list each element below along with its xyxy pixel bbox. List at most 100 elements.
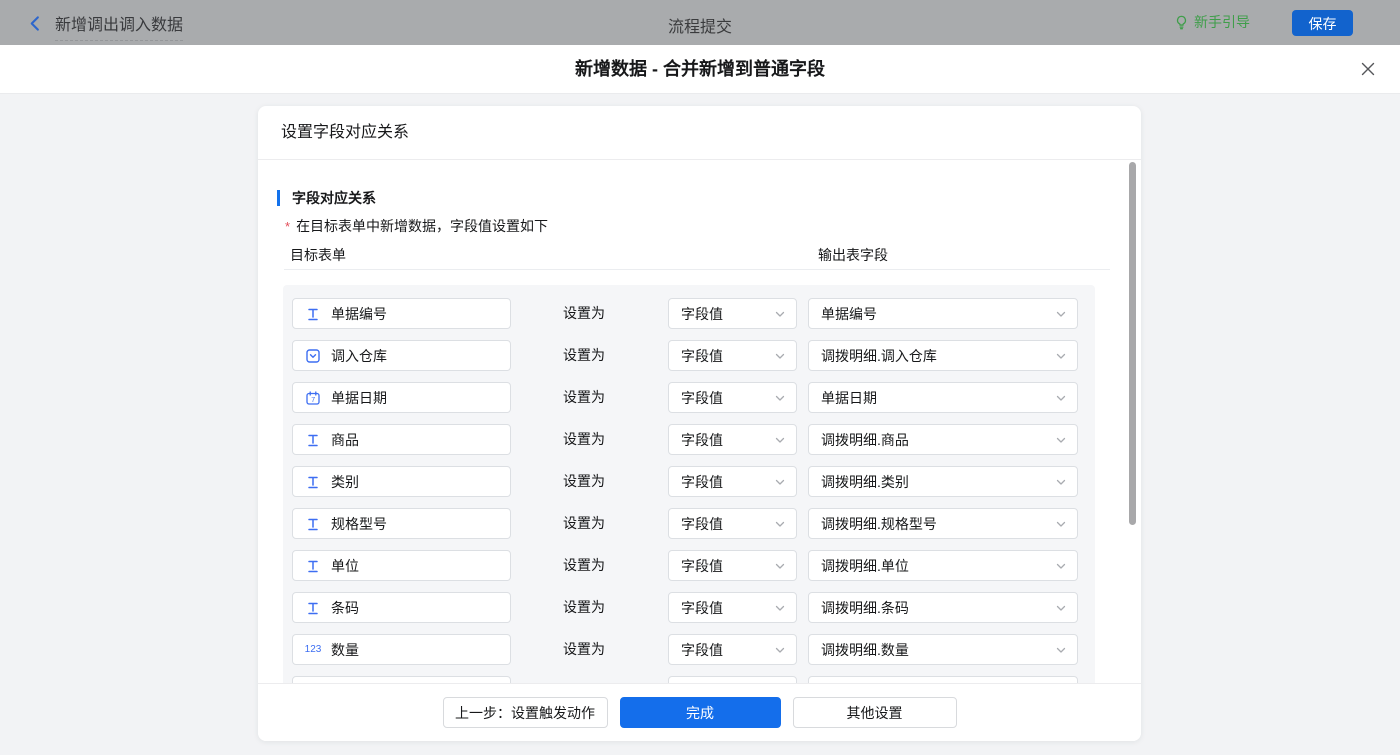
value-mode-dropdown[interactable]: 字段值 [668, 382, 797, 413]
field-label: 单据日期 [331, 388, 387, 408]
dropdown-value: 单据日期 [821, 388, 877, 408]
value-mode-dropdown[interactable]: 字段值 [668, 340, 797, 371]
section-title: 字段对应关系 [277, 190, 376, 206]
target-field-box[interactable]: 123 数量 [292, 634, 511, 665]
value-mode-dropdown[interactable]: 字段值 [668, 592, 797, 623]
field-mapping-row: 商品 设置为 字段值 调拨明细.商品 [283, 424, 1095, 456]
output-field-dropdown[interactable]: 单据日期 [808, 382, 1078, 413]
output-field-dropdown[interactable]: 调拨明细.规格型号 [808, 508, 1078, 539]
chevron-down-icon [1055, 434, 1067, 446]
value-mode-dropdown[interactable]: 字段值 [668, 508, 797, 539]
output-field-dropdown[interactable]: 调拨明细.商品 [808, 424, 1078, 455]
set-as-label: 设置为 [563, 298, 605, 329]
field-label: 单位 [331, 556, 359, 576]
set-as-label: 设置为 [563, 382, 605, 413]
value-mode-dropdown[interactable]: 字段值 [668, 466, 797, 497]
value-mode-dropdown[interactable] [668, 676, 797, 683]
text-field-icon [305, 306, 321, 321]
field-mapping-row: 调入仓库 设置为 字段值 调拨明细.调入仓库 [283, 340, 1095, 372]
required-mark: * [285, 219, 290, 234]
field-label: 商品 [331, 430, 359, 450]
description-text: 在目标表单中新增数据，字段值设置如下 [296, 218, 548, 234]
output-field-dropdown[interactable]: 调拨明细.条码 [808, 592, 1078, 623]
dropdown-value: 调拨明细.单位 [821, 556, 909, 576]
set-as-label: 设置为 [563, 592, 605, 623]
text-field-icon [305, 600, 321, 615]
modal-title: 新增数据 - 合并新增到普通字段 [0, 45, 1400, 93]
card-footer: 上一步：设置触发动作 完成 其他设置 [258, 683, 1141, 741]
set-as-label: 设置为 [563, 424, 605, 455]
output-field-dropdown[interactable]: 调拨明细.单位 [808, 550, 1078, 581]
scrollbar-thumb[interactable] [1129, 162, 1136, 525]
field-label: 规格型号 [331, 514, 387, 534]
close-button[interactable] [1360, 61, 1376, 77]
output-field-dropdown[interactable]: 调拨明细.类别 [808, 466, 1078, 497]
select-field-icon [305, 348, 321, 363]
value-mode-dropdown[interactable]: 字段值 [668, 550, 797, 581]
dropdown-value: 字段值 [681, 514, 723, 534]
set-as-label: 设置为 [563, 634, 605, 665]
text-field-icon [305, 432, 321, 447]
set-as-label: 设置为 [563, 466, 605, 497]
output-field-dropdown[interactable] [808, 676, 1078, 683]
output-field-dropdown[interactable]: 调拨明细.数量 [808, 634, 1078, 665]
output-field-dropdown[interactable]: 单据编号 [808, 298, 1078, 329]
field-mapping-row: 单位 设置为 字段值 调拨明细.单位 [283, 550, 1095, 582]
target-field-box[interactable]: 条码 [292, 592, 511, 623]
chevron-down-icon [774, 602, 786, 614]
field-mapping-row [283, 676, 1095, 683]
column-header-output: 输出表字段 [818, 245, 888, 265]
guide-button[interactable]: 新手引导 [1174, 12, 1250, 32]
output-field-dropdown[interactable]: 调拨明细.调入仓库 [808, 340, 1078, 371]
settings-card: 设置字段对应关系 字段对应关系 *在目标表单中新增数据，字段值设置如下 目标表单… [258, 106, 1141, 741]
field-mapping-row: 7 单据日期 设置为 字段值 单据日期 [283, 382, 1095, 414]
target-field-box[interactable]: 调入仓库 [292, 340, 511, 371]
save-button[interactable]: 保存 [1292, 10, 1353, 36]
other-settings-button[interactable]: 其他设置 [793, 697, 957, 728]
dropdown-value: 字段值 [681, 640, 723, 660]
dropdown-value: 调拨明细.调入仓库 [821, 346, 937, 366]
target-field-box[interactable]: 商品 [292, 424, 511, 455]
dropdown-value: 单据编号 [821, 304, 877, 324]
lightbulb-icon [1174, 15, 1189, 30]
target-field-box[interactable]: 7 单据日期 [292, 382, 511, 413]
chevron-down-icon [1055, 476, 1067, 488]
date-field-icon: 7 [305, 390, 321, 405]
dropdown-value: 字段值 [681, 472, 723, 492]
value-mode-dropdown[interactable]: 字段值 [668, 298, 797, 329]
chevron-down-icon [1055, 602, 1067, 614]
guide-label: 新手引导 [1194, 12, 1250, 32]
chevron-down-icon [774, 560, 786, 572]
dropdown-value: 调拨明细.数量 [821, 640, 909, 660]
dropdown-value: 字段值 [681, 556, 723, 576]
target-field-box[interactable] [292, 676, 511, 683]
dropdown-value: 调拨明细.规格型号 [821, 514, 937, 534]
target-field-box[interactable]: 单位 [292, 550, 511, 581]
header-divider [284, 269, 1110, 270]
field-label: 条码 [331, 598, 359, 618]
field-label: 调入仓库 [331, 346, 387, 366]
dropdown-value: 字段值 [681, 388, 723, 408]
dropdown-value: 调拨明细.类别 [821, 472, 909, 492]
text-field-icon [305, 474, 321, 489]
dropdown-value: 字段值 [681, 346, 723, 366]
chevron-down-icon [774, 350, 786, 362]
set-as-label: 设置为 [563, 550, 605, 581]
target-field-box[interactable]: 类别 [292, 466, 511, 497]
value-mode-dropdown[interactable]: 字段值 [668, 634, 797, 665]
field-mapping-row: 类别 设置为 字段值 调拨明细.类别 [283, 466, 1095, 498]
modal-header: 新增数据 - 合并新增到普通字段 [0, 45, 1400, 94]
dropdown-value: 字段值 [681, 304, 723, 324]
target-field-box[interactable]: 规格型号 [292, 508, 511, 539]
chevron-down-icon [774, 476, 786, 488]
target-field-box[interactable]: 单据编号 [292, 298, 511, 329]
field-mapping-row: 条码 设置为 字段值 调拨明细.条码 [283, 592, 1095, 624]
chevron-down-icon [1055, 308, 1067, 320]
field-label: 数量 [331, 640, 359, 660]
dropdown-value: 字段值 [681, 430, 723, 450]
chevron-down-icon [774, 308, 786, 320]
done-button[interactable]: 完成 [620, 697, 781, 728]
value-mode-dropdown[interactable]: 字段值 [668, 424, 797, 455]
prev-step-button[interactable]: 上一步：设置触发动作 [443, 697, 608, 728]
field-label: 类别 [331, 472, 359, 492]
